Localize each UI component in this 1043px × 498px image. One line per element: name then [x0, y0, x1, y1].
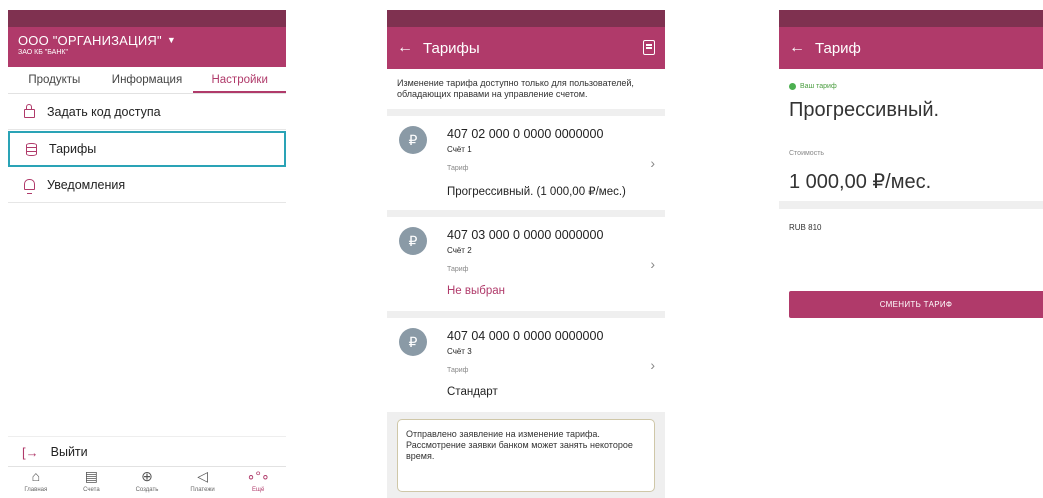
tab-products[interactable]: Продукты	[8, 67, 101, 93]
nav-accounts[interactable]: ▤ Счета	[64, 467, 120, 498]
org-selector[interactable]: ООО "ОРГАНИЗАЦИЯ" ▼ ЗАО КБ "БАНК"	[8, 27, 286, 67]
menu-item-access-code[interactable]: Задать код доступа	[8, 94, 286, 130]
nav-more[interactable]: ∘°∘ Ещё	[230, 467, 286, 498]
menu-item-notifications[interactable]: Уведомления	[8, 167, 286, 203]
account-name: Счёт 3	[447, 347, 472, 356]
tab-settings[interactable]: Настройки	[193, 67, 286, 93]
chevron-right-icon: ›	[650, 155, 655, 171]
menu-item-label: Уведомления	[47, 177, 126, 192]
tariff-summary: Ваш тариф Прогрессивный. Стоимость 1 000…	[779, 69, 1043, 209]
ruble-avatar: ₽	[399, 328, 427, 356]
account-number: 407 04 000 0 0000 0000000	[447, 329, 604, 343]
chevron-down-icon: ▼	[166, 35, 176, 45]
menu-item-label: Задать код доступа	[47, 104, 161, 119]
price: 1 000,00 ₽/мес.	[789, 171, 932, 193]
nav-payments[interactable]: ◁ Платежи	[175, 467, 231, 498]
tariff-value: Прогрессивный. (1 000,00 ₽/мес.)	[447, 186, 626, 198]
ruble-avatar: ₽	[399, 227, 427, 255]
tariffs-screen: ← Тарифы Изменение тарифа доступно тольк…	[387, 10, 665, 498]
tariff-label: Тариф	[447, 367, 469, 374]
back-arrow-icon[interactable]: ←	[397, 39, 417, 57]
logout-icon: [→	[22, 444, 39, 460]
plan-name: Прогрессивный.	[789, 99, 940, 121]
request-sent-notice: Отправлено заявление на изменение тарифа…	[397, 419, 655, 492]
account-number: 407 02 000 0 0000 0000000	[447, 127, 604, 141]
lock-icon	[22, 104, 36, 119]
back-arrow-icon[interactable]: ←	[789, 39, 809, 57]
tariff-detail-screen: ← Тариф Ваш тариф Прогрессивный. Стоимос…	[779, 10, 1043, 498]
account-card[interactable]: ₽ 407 03 000 0 0000 0000000 Счёт 2 Тариф…	[387, 217, 665, 311]
settings-screen: ООО "ОРГАНИЗАЦИЯ" ▼ ЗАО КБ "БАНК" Продукт…	[8, 10, 286, 498]
database-icon	[24, 142, 38, 156]
status-bar	[8, 10, 286, 27]
account-card[interactable]: ₽ 407 02 000 0 0000 0000000 Счёт 1 Тариф…	[387, 116, 665, 210]
bottom-nav: ⌂ Главная ▤ Счета ⊕ Создать ◁ Платежи ∘°∘ Ещё	[8, 466, 286, 498]
page-title: Тарифы	[423, 39, 480, 57]
tariff-value: Стандарт	[447, 386, 498, 398]
account-name: Счёт 2	[447, 246, 472, 255]
tariff-value: Не выбран	[447, 285, 505, 297]
cost-label: Стоимость	[789, 150, 825, 157]
account-number: 407 03 000 0 0000 0000000	[447, 228, 604, 242]
nav-home[interactable]: ⌂ Главная	[8, 467, 64, 498]
account-name: Счёт 1	[447, 145, 472, 154]
tab-information[interactable]: Информация	[101, 67, 194, 93]
ruble-avatar: ₽	[399, 126, 427, 154]
status-bar	[387, 10, 665, 27]
logout-button[interactable]: [→ Выйти	[8, 436, 286, 467]
plus-circle-icon: ⊕	[141, 468, 153, 484]
paper-plane-icon: ◁	[197, 468, 208, 484]
bell-icon	[22, 178, 36, 194]
home-icon: ⌂	[31, 468, 41, 484]
tariffs-list: Изменение тарифа доступно только для пол…	[387, 69, 665, 498]
change-tariff-button[interactable]: СМЕНИТЬ ТАРИФ	[789, 291, 1043, 318]
status-dot-icon	[789, 83, 796, 90]
app-bar: ← Тариф	[779, 27, 1043, 69]
document-icon[interactable]	[643, 40, 655, 55]
current-tariff-badge: Ваш тариф	[789, 83, 1033, 90]
menu-item-label: Тарифы	[49, 142, 97, 156]
tariff-label: Тариф	[447, 165, 469, 172]
nav-create[interactable]: ⊕ Создать	[119, 467, 175, 498]
page-title: Тариф	[815, 39, 861, 57]
permission-notice: Изменение тарифа доступно только для пол…	[387, 69, 665, 109]
bank-name: ЗАО КБ "БАНК"	[18, 49, 68, 56]
tab-bar: Продукты Информация Настройки	[8, 67, 286, 94]
document-icon: ▤	[84, 468, 98, 484]
tariff-label: Тариф	[447, 266, 469, 273]
menu-item-tariffs[interactable]: Тарифы	[8, 131, 286, 167]
chevron-right-icon: ›	[650, 256, 655, 272]
logout-label: Выйти	[50, 445, 88, 459]
org-name: ООО "ОРГАНИЗАЦИЯ"	[18, 33, 162, 48]
account-card[interactable]: ₽ 407 04 000 0 0000 0000000 Счёт 3 Тариф…	[387, 318, 665, 412]
status-bar	[779, 10, 1043, 27]
chevron-right-icon: ›	[650, 357, 655, 373]
currency-code: RUB 810	[789, 223, 822, 232]
app-bar: ← Тарифы	[387, 27, 665, 69]
more-icon: ∘°∘	[246, 468, 270, 484]
